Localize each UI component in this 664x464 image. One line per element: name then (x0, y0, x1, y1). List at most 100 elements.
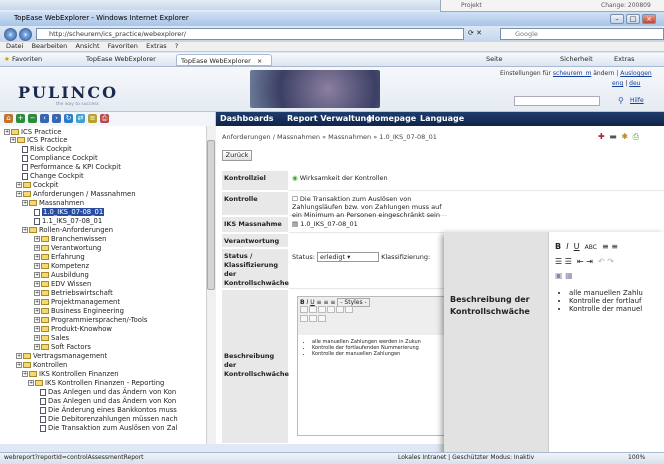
overlay-align-icon[interactable]: ≡ ≡ (602, 242, 618, 251)
magnifier-icon[interactable]: ⚲ (618, 96, 624, 105)
list-button[interactable] (309, 306, 317, 313)
tree-node[interactable]: + Massnahmen (22, 199, 84, 207)
image-button[interactable] (318, 315, 326, 322)
back-icon[interactable]: ‹ (4, 28, 17, 41)
star-icon[interactable]: ★ (4, 55, 10, 63)
back-button[interactable]: Zurück (222, 150, 252, 161)
tree-node[interactable]: + Branchenwissen (34, 235, 106, 243)
favorites-button[interactable]: Favoriten (12, 55, 42, 63)
overlay-underline-button[interactable]: U (574, 242, 580, 251)
overlay-italic-button[interactable]: I (566, 242, 568, 251)
overlay-list-icon[interactable]: ☰ ☰ (555, 257, 572, 266)
tree-node[interactable]: Die Debitorenzahlungen müssen nach (40, 415, 178, 423)
expand-icon[interactable]: + (22, 371, 28, 377)
italic-button[interactable]: I (307, 299, 309, 306)
app-search-input[interactable] (514, 96, 600, 106)
bold-button[interactable]: B (300, 299, 305, 306)
nav-dashboards[interactable]: Dashboards (220, 114, 274, 123)
expand-icon[interactable]: + (34, 281, 40, 287)
tree-node[interactable]: Compliance Cockpit (22, 154, 98, 162)
tree-node[interactable]: + ICS Practice (10, 136, 67, 144)
close-button[interactable]: × (642, 14, 656, 24)
expand-icon[interactable]: + (34, 254, 40, 260)
status-select[interactable]: erledigt ▾ (316, 252, 379, 262)
align-icons[interactable]: ≡ ≡ ≡ (317, 299, 336, 306)
overlay-bold-button[interactable]: B (555, 242, 561, 251)
back-arrow-icon[interactable]: ‹ (40, 114, 49, 123)
tree-node[interactable]: + Verantwortung (34, 244, 101, 252)
nav-homepage[interactable]: Homepage (368, 114, 416, 123)
refresh-icon[interactable]: ⟳ ✕ (468, 29, 482, 37)
tree-node[interactable]: Risk Cockpit (22, 145, 72, 153)
overlay-strike-button[interactable]: ABC (585, 244, 597, 251)
tree-node[interactable]: + Ausbildung (34, 271, 89, 279)
expand-icon[interactable]: + (22, 227, 28, 233)
expand-icon[interactable]: + (16, 362, 22, 368)
expand-icon[interactable]: + (34, 326, 40, 332)
tree-node[interactable]: Das Anlegen und das Ändern von Kon (40, 388, 176, 396)
logout-link[interactable]: Ausloggen (620, 70, 651, 77)
tree-node[interactable]: + EDV Wissen (34, 280, 91, 288)
tree-node[interactable]: + Kontrollen (16, 361, 67, 369)
expand-icon[interactable]: + (16, 191, 22, 197)
list-button[interactable] (300, 306, 308, 313)
expand-icon[interactable]: + (16, 353, 22, 359)
tree-node[interactable]: + Produkt-Knowhow (34, 325, 112, 333)
menu-help[interactable]: ? (175, 42, 178, 50)
menu-extras[interactable]: Extras (146, 42, 167, 50)
tree-node[interactable]: + Projektmanagement (34, 298, 120, 306)
security-menu[interactable]: Sicherheit (560, 55, 593, 63)
undo-button[interactable] (336, 306, 344, 313)
tree-node[interactable]: + Kompetenz (34, 262, 89, 270)
url-input[interactable]: http://scheurem/ics_practice/webexplorer… (36, 28, 464, 40)
expand-icon[interactable]: + (34, 308, 40, 314)
scrollbar-thumb[interactable] (207, 140, 215, 290)
close-tab-icon[interactable]: × (257, 57, 262, 65)
expand-icon[interactable]: + (34, 299, 40, 305)
lang-en-link[interactable]: eng (612, 80, 623, 87)
action-icons[interactable]: ✚ ▬ ✱ ⎙ (598, 132, 640, 142)
expand-icon[interactable]: + (28, 380, 34, 386)
tree-node-selected[interactable]: 1.0_IKS_07-08_01 (34, 208, 105, 216)
expand-icon[interactable]: + (34, 317, 40, 323)
nav-report-verwaltung[interactable]: Report Verwaltung (287, 114, 372, 123)
table-button[interactable] (300, 315, 308, 322)
menu-ansicht[interactable]: Ansicht (76, 42, 100, 50)
lang-de-link[interactable]: deu (629, 80, 640, 87)
print-icon[interactable]: ⎙ (100, 114, 109, 123)
zoom-level[interactable]: 100% (628, 454, 645, 461)
star-action-icon[interactable]: ✱ (621, 132, 629, 141)
overlay-indent-icon[interactable]: ⇤ ⇥ (577, 257, 593, 266)
refresh-icon-app[interactable]: ↻ (64, 114, 73, 123)
search-input[interactable]: Google (500, 28, 664, 40)
fav-link[interactable]: TopEase WebExplorer (86, 55, 156, 63)
menu-favoriten[interactable]: Favoriten (108, 42, 138, 50)
tree-node[interactable]: Das Anlegen und das Ändern von Kon (40, 397, 176, 405)
underline-button[interactable]: U (310, 299, 314, 306)
expand-icon[interactable]: + (22, 200, 28, 206)
tree-node[interactable]: + Anforderungen / Massnahmen (16, 190, 136, 198)
tree-node[interactable]: + IKS Kontrollen Finanzen - Reporting (28, 379, 164, 387)
print-action-icon[interactable]: ⎙ (633, 132, 640, 141)
forward-arrow-icon[interactable]: › (52, 114, 61, 123)
overlay-image-icon[interactable]: ▣ ▦ (555, 271, 573, 280)
tree-node[interactable]: + Business Engineering (34, 307, 124, 315)
tree-node[interactable]: + Vertragsmanagement (16, 352, 107, 360)
edit-action-icon[interactable]: ▬ (609, 132, 618, 141)
extras-menu[interactable]: Extras (614, 55, 635, 63)
menu-datei[interactable]: Datei (6, 42, 23, 50)
expand-icon[interactable]: + (16, 182, 22, 188)
expand-icon[interactable]: + (34, 290, 40, 296)
tree-node[interactable]: 1.1_IKS_07-08_01 (34, 217, 102, 225)
sync-icon[interactable]: ⇄ (76, 114, 85, 123)
tree-node[interactable]: + Rollen-Anforderungen (22, 226, 113, 234)
page-menu[interactable]: Seite (486, 55, 502, 63)
tree-node[interactable]: + IKS Kontrollen Finanzen (22, 370, 119, 378)
tree-node[interactable]: + Programmiersprachen/-Tools (34, 316, 147, 324)
description-editor[interactable]: B I U ≡ ≡ ≡ - Styles - alle manuellen Za… (297, 296, 445, 436)
browser-tab[interactable]: TopEase WebExplorer × (176, 54, 272, 66)
expand-icon[interactable]: + (34, 236, 40, 242)
home-icon[interactable]: ⌂ (4, 114, 13, 123)
tree-node[interactable]: + Betriebswirtschaft (34, 289, 113, 297)
expand-icon[interactable]: + (34, 263, 40, 269)
